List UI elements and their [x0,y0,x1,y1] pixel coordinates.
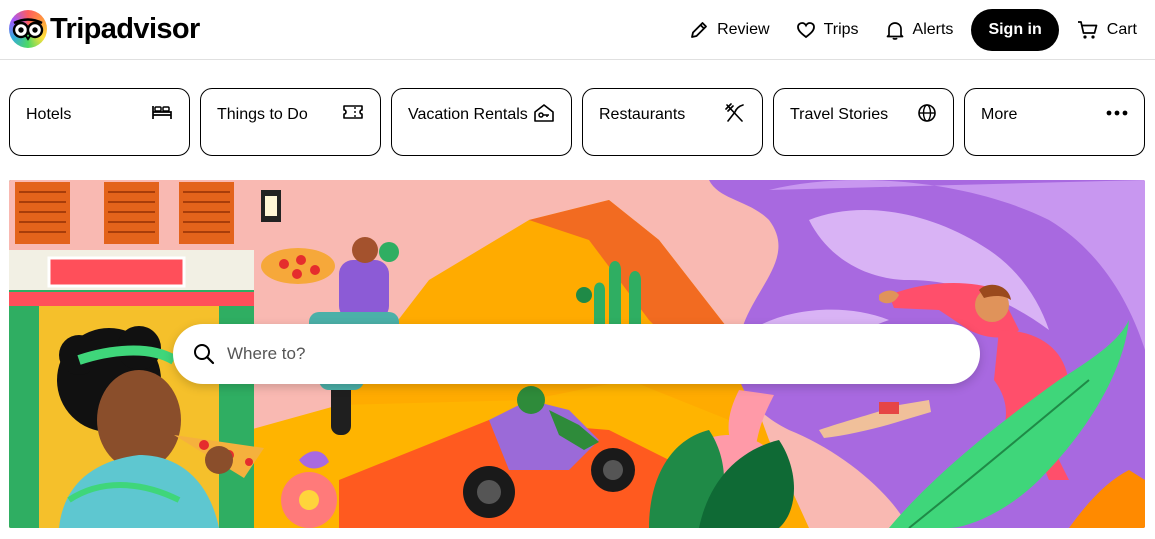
header-nav: Review Trips Alerts Sign in Cart [663,9,1137,51]
globe-icon [918,104,936,122]
review-label: Review [717,21,770,38]
category-restaurants[interactable]: Restaurants [582,88,763,156]
alerts-link[interactable]: Alerts [885,20,954,40]
trips-link[interactable]: Trips [796,20,859,40]
bell-icon [886,22,903,40]
category-label: More [981,106,1018,123]
search-input[interactable] [227,344,927,364]
hero-banner [9,180,1145,528]
tripadvisor-logo[interactable]: Tripadvisor [9,10,200,48]
category-label: Hotels [26,106,72,123]
bed-icon [152,106,172,119]
fork-knife-icon [725,103,744,122]
cart-icon [1077,21,1098,39]
category-vacation-rentals[interactable]: Vacation Rentals [391,88,572,156]
cart-link[interactable]: Cart [1077,20,1137,40]
house-key-icon [534,104,554,122]
heart-icon [796,22,815,39]
top-header: Tripadvisor Review Trips Alerts Sign in [0,0,1155,60]
category-label: Vacation Rentals [408,106,528,123]
pencil-icon [691,22,707,38]
category-hotels[interactable]: Hotels [9,88,190,156]
sign-in-button[interactable]: Sign in [971,9,1059,51]
search-bar[interactable] [173,324,980,384]
category-label: Things to Do [217,106,308,123]
more-dots-icon [1106,110,1128,116]
ticket-icon [343,105,363,119]
category-things-to-do[interactable]: Things to Do [200,88,381,156]
category-more[interactable]: More [964,88,1145,156]
category-label: Restaurants [599,106,686,123]
brand-name: Tripadvisor [50,12,200,45]
category-label: Travel Stories [790,106,889,123]
search-icon [194,344,215,365]
trips-label: Trips [823,21,859,38]
owl-logo-icon [9,10,47,48]
alerts-label: Alerts [912,21,954,38]
cart-label: Cart [1106,21,1137,38]
review-link[interactable]: Review [689,20,770,40]
category-tiles: Hotels Things to Do Vacation Rentals Res… [9,88,1145,156]
category-travel-stories[interactable]: Travel Stories [773,88,954,156]
